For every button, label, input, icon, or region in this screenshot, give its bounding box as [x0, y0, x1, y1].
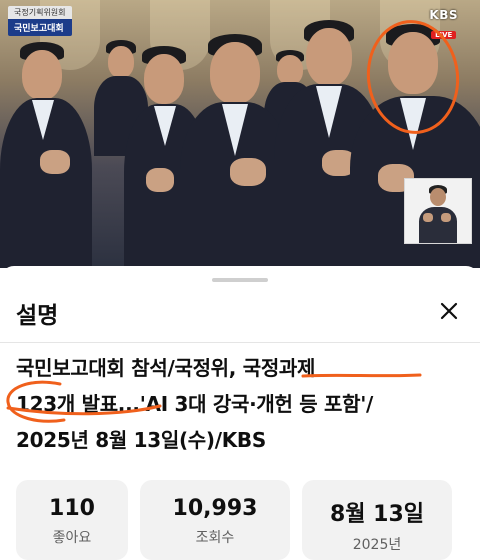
- drag-handle[interactable]: [212, 278, 268, 282]
- likes-label: 좋아요: [52, 530, 92, 546]
- likes-stat: 110 좋아요: [16, 480, 128, 560]
- date-stat: 8월 13일 2025년: [302, 480, 452, 560]
- close-icon: [440, 302, 458, 320]
- divider: [0, 342, 480, 343]
- upload-year: 2025년: [352, 537, 402, 553]
- upload-date: 8월 13일: [329, 502, 425, 527]
- badge-event-label: 국민보고대회: [8, 19, 72, 36]
- video-title-line: 123개 발표...'AI 3대 강국·개헌 등 포함'/: [16, 392, 374, 416]
- video-frame[interactable]: 국정기획위원회 국민보고대회 KBS LIVE: [0, 0, 480, 268]
- views-count: 10,993: [172, 496, 258, 521]
- sheet-title: 설명: [16, 303, 59, 329]
- stats-row: 110 좋아요 10,993 조회수 8월 13일 2025년: [16, 480, 452, 560]
- video-title-line: 국민보고대회 참석/국정위, 국정과제: [16, 356, 316, 380]
- views-label: 조회수: [195, 530, 235, 546]
- video-title-line: 2025년 8월 13일(수)/KBS: [16, 428, 266, 452]
- badge-committee-label: 국정기획위원회: [8, 6, 72, 19]
- sign-language-interpreter: [404, 178, 472, 244]
- video-title: 국민보고대회 참석/국정위, 국정과제 123개 발표...'AI 3대 강국·…: [16, 350, 456, 458]
- likes-count: 110: [49, 496, 95, 521]
- broadcast-badge: 국정기획위원회 국민보고대회: [8, 6, 72, 36]
- close-button[interactable]: [434, 296, 464, 326]
- channel-logo-text: KBS: [429, 8, 458, 22]
- description-sheet: 설명 국민보고대회 참석/국정위, 국정과제 123개 발표...'AI 3대 …: [0, 266, 480, 560]
- views-stat: 10,993 조회수: [140, 480, 290, 560]
